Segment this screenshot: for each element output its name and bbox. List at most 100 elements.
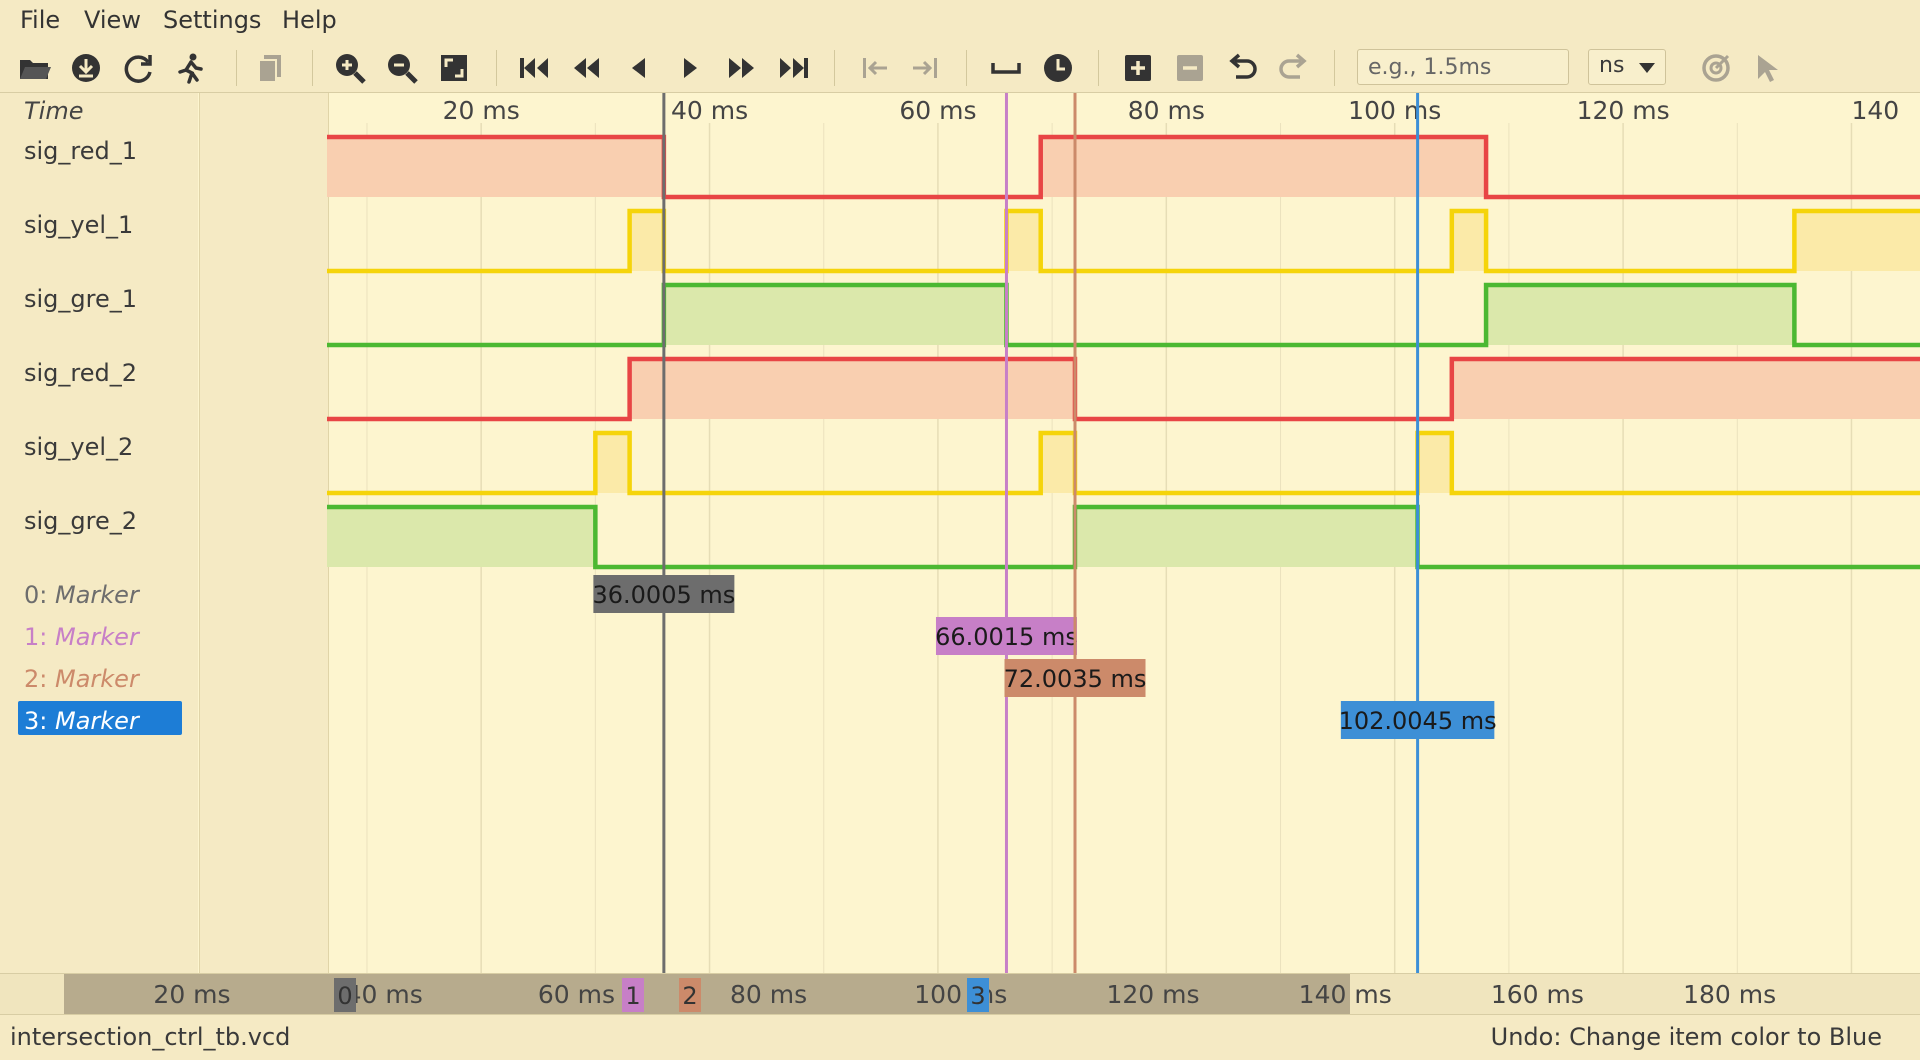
time-tick-label: 80 ms xyxy=(1128,96,1205,125)
zoom-fit-icon xyxy=(441,55,467,81)
prev-transition-button[interactable] xyxy=(854,48,894,88)
clock-button[interactable] xyxy=(1038,48,1078,88)
high-fill xyxy=(1074,507,1418,567)
high-fill xyxy=(1451,359,1920,419)
ruler-marker-label-1: 1 xyxy=(625,982,640,1010)
waveform-sig-gre-1 xyxy=(327,282,1920,348)
waveform-sig-red-1 xyxy=(327,134,1920,200)
marker-time-text-3: 102.0045 ms xyxy=(1339,707,1497,735)
status-file-name: intersection_ctrl_tb.vcd xyxy=(10,1023,291,1051)
high-fill xyxy=(327,137,664,197)
step-forward-icon xyxy=(684,58,697,78)
add-button[interactable] xyxy=(1118,48,1158,88)
time-tick-label: 140 xyxy=(1851,96,1899,125)
zoom-in-button[interactable] xyxy=(330,48,370,88)
time-tick-label: 40 ms xyxy=(671,96,748,125)
zoom-fit-button[interactable] xyxy=(434,48,474,88)
waveform-canvas[interactable]: 20 ms 40 ms 60 ms 80 ms 100 ms 120 ms 140 36.00… xyxy=(327,93,1920,973)
ruler-tick-label: 80 ms xyxy=(730,980,807,1009)
waveform-view[interactable]: 20 ms 40 ms 60 ms 80 ms 100 ms 120 ms 140 36.00… xyxy=(327,93,1920,973)
high-fill xyxy=(629,359,1075,419)
pointer-icon xyxy=(1758,55,1778,82)
ruler-tick-label: 120 ms xyxy=(1106,980,1199,1009)
unit-value: ns xyxy=(1599,53,1625,78)
remove-icon xyxy=(1177,55,1203,81)
step-backward-button[interactable] xyxy=(618,48,658,88)
ruler-tick-label: 160 ms xyxy=(1491,980,1584,1009)
status-message: Undo: Change item color to Blue xyxy=(1490,1023,1882,1051)
cursor-span-icon xyxy=(991,63,1021,74)
redo-icon xyxy=(1279,53,1307,79)
high-fill xyxy=(629,211,664,271)
fast-forward-icon xyxy=(729,58,754,78)
zoom-in-icon xyxy=(336,54,366,84)
high-fill xyxy=(1040,137,1487,197)
marker-time-text-2: 72.0035 ms xyxy=(1004,665,1147,693)
pointer-button[interactable] xyxy=(1746,48,1786,88)
high-fill xyxy=(1486,285,1795,345)
redo-button[interactable] xyxy=(1274,48,1314,88)
prev-transition-icon xyxy=(863,58,887,78)
ruler-tick-label: 180 ms xyxy=(1683,980,1776,1009)
waveform-sig-yel-1 xyxy=(327,208,1920,274)
reload-icon xyxy=(124,55,152,83)
run-button[interactable] xyxy=(170,48,210,88)
reload-button[interactable] xyxy=(118,48,158,88)
download-icon xyxy=(72,54,100,82)
high-fill xyxy=(1794,211,1920,271)
open-file-button[interactable] xyxy=(14,48,54,88)
chevron-down-icon xyxy=(1639,63,1655,73)
high-fill xyxy=(595,433,630,493)
time-tick-label: 100 ms xyxy=(1348,96,1441,125)
time-tick-label: 120 ms xyxy=(1577,96,1670,125)
time-input[interactable] xyxy=(1357,49,1569,85)
fast-forward-button[interactable] xyxy=(722,48,762,88)
waveform-sig-red-2 xyxy=(327,356,1920,422)
signal-names-panel: Time sig_red_1 sig_yel_1 sig_gre_1 sig_r… xyxy=(0,93,198,973)
signal-trace xyxy=(327,208,1920,274)
fast-backward-icon xyxy=(574,58,599,78)
open-file-icon xyxy=(20,60,51,79)
copy-button[interactable] xyxy=(250,48,290,88)
waveform-sig-gre-2 xyxy=(327,504,1920,570)
overview-canvas[interactable]: 20 ms 40 ms 60 ms 80 ms 100 ms 120 ms 140 ms 16… xyxy=(0,974,1920,1014)
menu-bar: File View Settings Help xyxy=(0,0,1920,44)
go-to-end-button[interactable] xyxy=(774,48,814,88)
menu-view[interactable]: View xyxy=(84,6,141,34)
high-fill xyxy=(663,285,1007,345)
ruler-tick-label: 20 ms xyxy=(153,980,230,1009)
download-button[interactable] xyxy=(66,48,106,88)
menu-help[interactable]: Help xyxy=(282,6,337,34)
marker-time-text-1: 66.0015 ms xyxy=(935,623,1078,651)
undo-icon xyxy=(1229,53,1257,79)
go-to-start-button[interactable] xyxy=(514,48,554,88)
unit-select[interactable]: ns xyxy=(1588,49,1666,85)
undo-button[interactable] xyxy=(1222,48,1262,88)
fast-backward-button[interactable] xyxy=(566,48,606,88)
menu-settings[interactable]: Settings xyxy=(163,6,261,34)
marker-time-text-0: 36.0005 ms xyxy=(592,581,735,609)
remove-button[interactable] xyxy=(1170,48,1210,88)
zoom-out-icon xyxy=(388,54,418,84)
high-fill xyxy=(1451,211,1487,271)
next-transition-button[interactable] xyxy=(906,48,946,88)
high-fill xyxy=(1417,433,1452,493)
high-fill xyxy=(1006,211,1041,271)
time-tick-label: 20 ms xyxy=(443,96,520,125)
cursor-span-button[interactable] xyxy=(986,48,1026,88)
zoom-out-button[interactable] xyxy=(382,48,422,88)
step-backward-icon xyxy=(632,58,645,78)
copy-icon xyxy=(258,55,281,83)
signal-trace xyxy=(327,430,1920,496)
high-fill xyxy=(1040,433,1075,493)
target-button[interactable] xyxy=(1696,48,1736,88)
status-bar: intersection_ctrl_tb.vcd Undo: Change it… xyxy=(0,1014,1920,1060)
run-icon xyxy=(178,53,203,84)
menu-file[interactable]: File xyxy=(20,6,60,34)
ruler-tick-label: 140 ms xyxy=(1299,980,1392,1009)
step-forward-button[interactable] xyxy=(670,48,710,88)
high-fill xyxy=(327,507,596,567)
ruler-marker-label-3: 3 xyxy=(970,982,985,1010)
ruler-marker-label-2: 2 xyxy=(682,982,697,1010)
overview-ruler[interactable]: 20 ms 40 ms 60 ms 80 ms 100 ms 120 ms 140 ms 16… xyxy=(0,973,1920,1014)
